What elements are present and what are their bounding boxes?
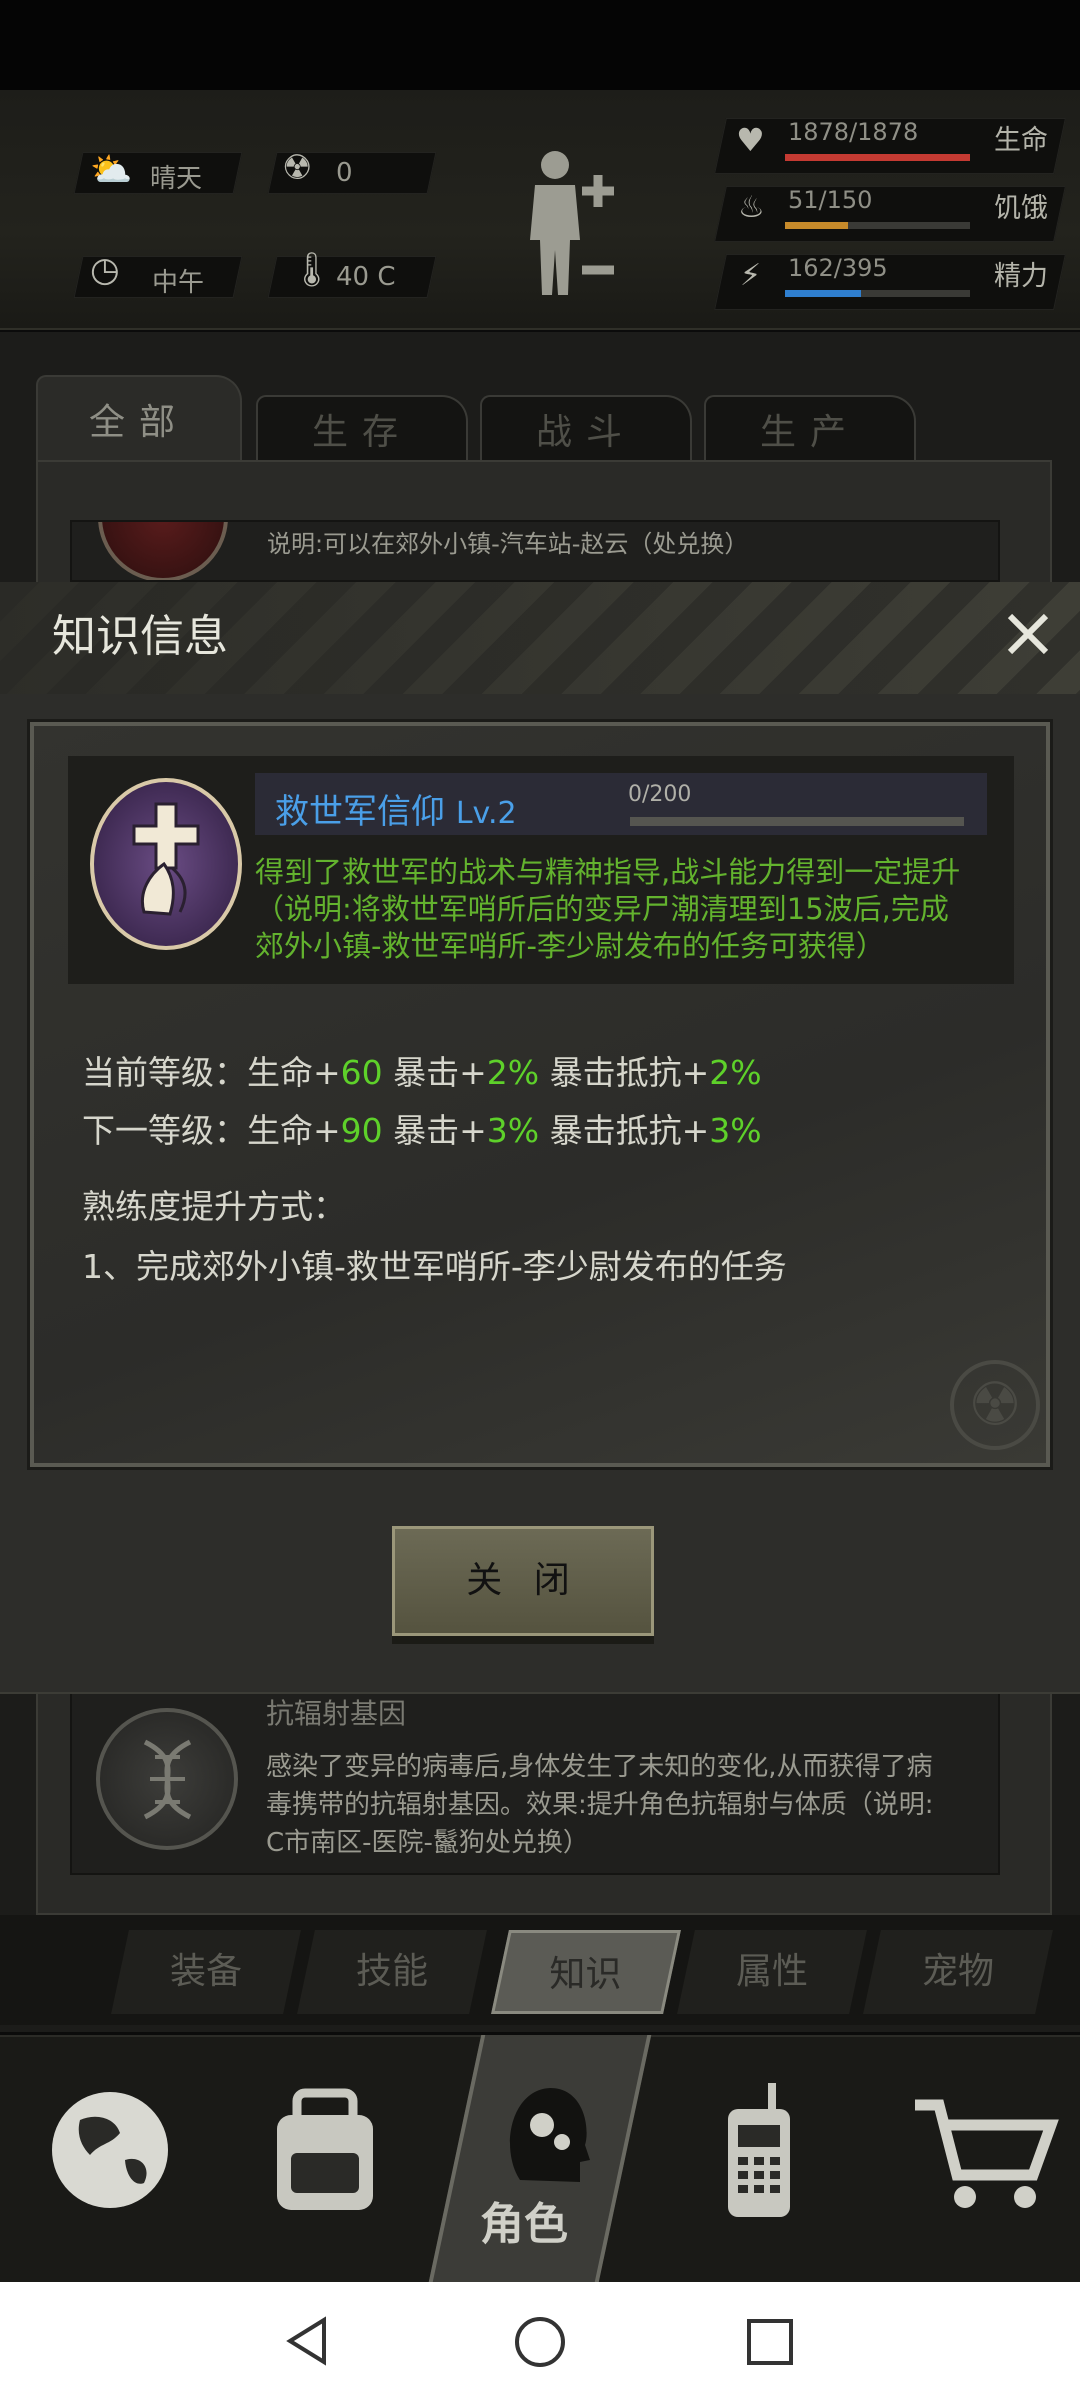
home-icon[interactable] — [512, 2314, 568, 2370]
stomach-icon: ♨ — [738, 190, 765, 225]
next-level-line: 下一等级：生命+90 暴击+3% 暴击抵抗+3% — [82, 1104, 762, 1152]
lightning-icon: ⚡ — [740, 258, 762, 293]
target-icon — [98, 522, 228, 580]
desc-line: 得到了救世军的战术与精神指导,战斗能力得到一定提升 — [255, 855, 961, 889]
temperature-value: 40 C — [336, 262, 396, 292]
subtab-label: 装备 — [169, 1951, 242, 1992]
current-crit-res-value: 2% — [709, 1053, 762, 1092]
subtab-label: 技能 — [355, 1951, 428, 1992]
item-title: 抗辐射基因 — [266, 1697, 407, 1730]
backpack-icon[interactable] — [255, 2075, 395, 2225]
back-icon[interactable] — [280, 2314, 334, 2368]
progress-bar — [630, 817, 964, 826]
current-level-line: 当前等级：生命+60 暴击+2% 暴击抵抗+2% — [82, 1046, 762, 1094]
subtab-label: 属性 — [735, 1951, 808, 1992]
radiation-icon: ☢ — [282, 148, 313, 188]
radiation-value: 0 — [336, 158, 353, 188]
item-desc: 感染了变异的病毒后,身体发生了未知的变化,从而获得了病 毒携带的抗辐射基因。效果… — [266, 1748, 934, 1862]
next-crit-value: 3% — [486, 1111, 540, 1150]
current-life-value: 60 — [340, 1053, 383, 1092]
thermometer-icon: 🌡 — [290, 250, 334, 290]
crit-res-label: 暴击抵抗+ — [539, 1111, 710, 1150]
current-level-label: 当前等级：生命+ — [82, 1053, 341, 1092]
method-title: 熟练度提升方式： — [82, 1187, 346, 1226]
subtab-pets[interactable]: 宠物 — [863, 1930, 1053, 2014]
subtab-attributes[interactable]: 属性 — [677, 1930, 867, 2014]
globe-icon[interactable] — [40, 2075, 180, 2225]
heart-icon: ♥ — [736, 121, 765, 159]
skill-description: 得到了救世军的战术与精神指导,战斗能力得到一定提升 （说明:将救世军哨所后的变异… — [255, 854, 995, 965]
hunger-bar — [785, 222, 970, 229]
life-label: 生命 — [994, 125, 1048, 156]
recents-icon[interactable] — [744, 2316, 796, 2368]
tab-survival[interactable]: 生存 — [256, 395, 468, 467]
skill-level: Lv.2 — [455, 796, 517, 831]
energy-bar — [785, 290, 970, 297]
method-item: 1、完成郊外小镇-救世军哨所-李少尉发布的任务 — [82, 1247, 787, 1286]
role-label: 角色 — [480, 2199, 568, 2250]
time-text: 中午 — [152, 268, 205, 298]
energy-value: 162/395 — [788, 254, 888, 282]
next-life-value: 90 — [340, 1111, 383, 1150]
radiation-watermark-icon: ☢ — [950, 1360, 1040, 1450]
current-crit-value: 2% — [486, 1053, 540, 1092]
clock-icon: ◷ — [90, 250, 120, 290]
close-button[interactable]: 关 闭 — [392, 1526, 654, 1636]
subtab-knowledge[interactable]: 知识 — [491, 1930, 681, 2014]
subtab-label: 宠物 — [921, 1951, 994, 1992]
hunger-value: 51/150 — [788, 186, 873, 214]
system-nav-bar — [0, 2282, 1080, 2400]
progress-text: 0/200 — [628, 782, 692, 807]
modal-title: 知识信息 — [52, 611, 228, 662]
crit-label: 暴击+ — [382, 1053, 487, 1092]
body-figure-icon[interactable] — [520, 145, 630, 315]
desc-line: 郊外小镇-救世军哨所-李少尉发布的任务可获得） — [255, 929, 885, 963]
sun-cloud-icon: ⛅ — [90, 150, 133, 190]
hunger-label: 饥饿 — [994, 193, 1048, 224]
praying-hands-icon — [90, 778, 242, 950]
subtab-skills[interactable]: 技能 — [297, 1930, 487, 2014]
subtab-label: 知识 — [549, 1954, 622, 1995]
desc-line: 毒携带的抗辐射基因。效果:提升角色抗辐射与体质（说明: — [266, 1790, 934, 1820]
walkie-talkie-icon[interactable] — [690, 2075, 830, 2225]
life-value: 1878/1878 — [788, 118, 919, 146]
list-item[interactable]: 抗辐射基因 感染了变异的病毒后,身体发生了未知的变化,从而获得了病 毒携带的抗辐… — [70, 1690, 1000, 1875]
item-desc: 说明:可以在郊外小镇-汽车站-赵云（处兑换） — [267, 530, 749, 558]
skill-name: 救世军信仰 — [275, 792, 445, 832]
desc-line: 感染了变异的病毒后,身体发生了未知的变化,从而获得了病 — [266, 1752, 933, 1782]
life-bar — [785, 154, 970, 161]
weather-text: 晴天 — [150, 164, 203, 194]
dna-icon — [96, 1708, 238, 1850]
crit-res-label: 暴击抵抗+ — [539, 1053, 710, 1092]
list-item[interactable]: 说明:可以在郊外小镇-汽车站-赵云（处兑换） — [70, 520, 1000, 582]
hud-panel: ⛅ 晴天 ☢ 0 ◷ 中午 🌡 40 C ♥ 1878/1878 生命 ♨ 51… — [0, 90, 1080, 330]
crit-label: 暴击+ — [382, 1111, 487, 1150]
skill-title: 救世军信仰 Lv.2 — [275, 784, 517, 833]
shopping-cart-icon[interactable] — [905, 2075, 1065, 2225]
subtab-equipment[interactable]: 装备 — [111, 1930, 301, 2014]
energy-label: 精力 — [994, 261, 1048, 292]
next-level-label: 下一等级：生命+ — [82, 1111, 341, 1150]
desc-line: C市南区-医院-鬣狗处兑换） — [266, 1828, 589, 1858]
close-icon[interactable] — [1000, 606, 1056, 662]
tab-all[interactable]: 全部 — [36, 375, 242, 467]
next-crit-res-value: 3% — [709, 1111, 762, 1150]
tab-production[interactable]: 生产 — [704, 395, 916, 467]
desc-line: （说明:将救世军哨所后的变异尸潮清理到15波后,完成 — [255, 892, 949, 926]
tab-combat[interactable]: 战斗 — [480, 395, 692, 467]
status-bar — [0, 0, 1080, 90]
